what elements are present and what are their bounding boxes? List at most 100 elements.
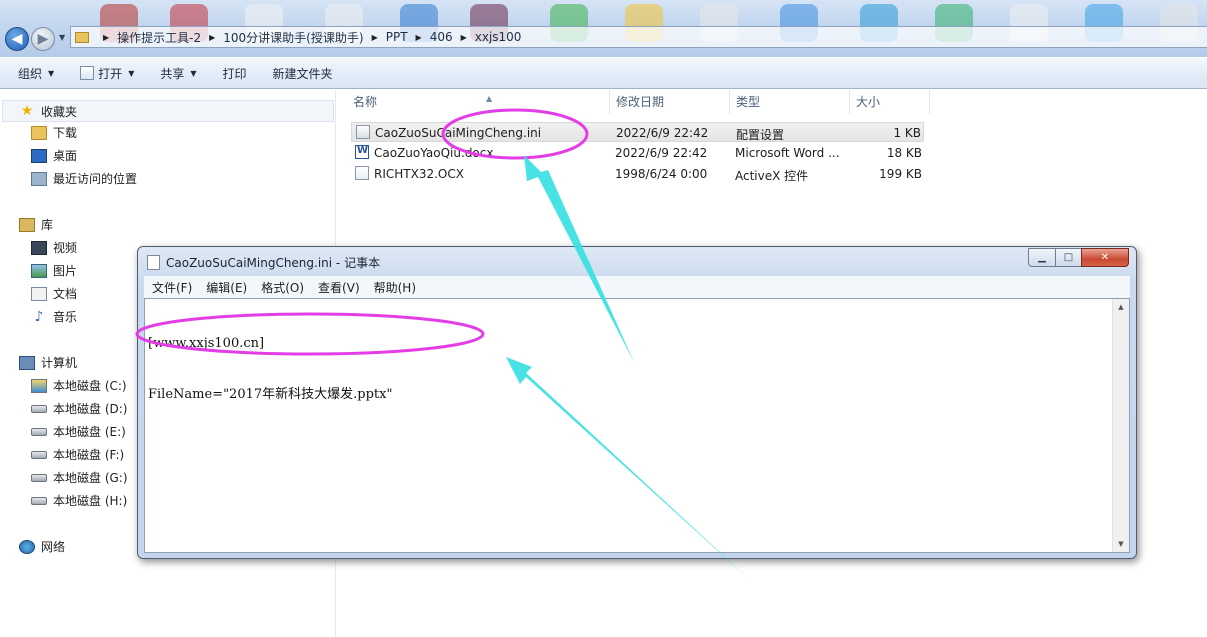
file-modified: 1998/6/24 0:00	[615, 167, 708, 181]
back-button[interactable]: ◀	[5, 27, 29, 51]
sidebar-item-label: 文档	[53, 287, 78, 301]
sidebar-item-libraries[interactable]: 库	[19, 216, 53, 233]
sidebar-item-drive-e[interactable]: 本地磁盘 (E:)	[31, 423, 126, 440]
file-name: RICHTX32.OCX	[374, 167, 464, 181]
desktop-icon	[31, 148, 47, 163]
sidebar-item-music[interactable]: ♪ 音乐	[31, 308, 77, 325]
folder-icon	[75, 31, 89, 43]
sidebar-item-recent[interactable]: 最近访问的位置	[31, 170, 137, 187]
minimize-button[interactable]: ▁	[1028, 248, 1056, 267]
file-row[interactable]: RICHTX32.OCX 1998/6/24 0:00 ActiveX 控件 1…	[351, 164, 924, 184]
notepad-window: CaoZuoSuCaiMingCheng.ini - 记事本 ▁ □ ✕ 文件(…	[137, 246, 1137, 559]
column-header-label: 名称	[353, 95, 378, 109]
menu-edit[interactable]: 编辑(E)	[206, 279, 247, 296]
file-row[interactable]: CaoZuoYaoQiu.docx 2022/6/9 22:42 Microso…	[351, 143, 924, 163]
sidebar-item-drive-f[interactable]: 本地磁盘 (F:)	[31, 446, 124, 463]
breadcrumb-item[interactable]: 406	[430, 30, 453, 44]
text-line: FileName="2017年新科技大爆发.pptx"	[148, 387, 393, 402]
file-row[interactable]: CaoZuoSuCaiMingCheng.ini 2022/6/9 22:42 …	[351, 122, 924, 142]
maximize-button[interactable]: □	[1055, 248, 1082, 267]
scroll-down-icon[interactable]: ▼	[1113, 536, 1129, 552]
breadcrumb-separator[interactable]: ▶	[209, 33, 215, 42]
sidebar-item-pictures[interactable]: 图片	[31, 262, 77, 279]
notepad-text-area[interactable]: [www.xxjs100.cn] FileName="2017年新科技大爆发.p…	[144, 298, 1130, 553]
column-header-label: 修改日期	[616, 95, 665, 109]
column-header-size[interactable]: 大小	[850, 90, 930, 114]
activex-control-icon	[355, 166, 369, 180]
system-drive-icon	[31, 378, 47, 393]
sidebar-item-drive-g[interactable]: 本地磁盘 (G:)	[31, 469, 128, 486]
sidebar-item-computer[interactable]: 计算机	[19, 354, 77, 371]
menu-view[interactable]: 查看(V)	[318, 279, 360, 296]
notepad-titlebar[interactable]: CaoZuoSuCaiMingCheng.ini - 记事本 ▁ □ ✕	[138, 247, 1136, 275]
word-document-icon	[355, 145, 369, 159]
breadcrumb-separator[interactable]: ▶	[416, 33, 422, 42]
sidebar-item-label: 音乐	[53, 310, 78, 324]
recent-places-icon	[31, 171, 47, 186]
file-type: 配置设置	[736, 128, 785, 142]
sidebar-item-desktop[interactable]: 桌面	[31, 147, 77, 164]
share-button[interactable]: 共享 ▼	[160, 65, 196, 82]
sidebar-item-documents[interactable]: 文档	[31, 285, 77, 302]
sidebar-item-favorites[interactable]: ★ 收藏夹	[2, 100, 334, 122]
breadcrumb-separator[interactable]: ▶	[461, 33, 467, 42]
chevron-down-icon: ▼	[48, 68, 55, 78]
text-line: [www.xxjs100.cn]	[148, 336, 265, 351]
breadcrumb-item[interactable]: xxjs100	[475, 30, 522, 44]
open-button[interactable]: 打开 ▼	[80, 65, 134, 82]
sidebar-item-label: 桌面	[53, 149, 78, 163]
hard-drive-icon	[31, 473, 47, 482]
address-box[interactable]: ▶ 操作提示工具-2 ▶ 100分讲课助手(授课助手) ▶ PPT ▶ 406 …	[70, 26, 1207, 48]
new-folder-button[interactable]: 新建文件夹	[273, 65, 333, 82]
chevron-down-icon: ▼	[128, 68, 135, 78]
file-name: CaoZuoSuCaiMingCheng.ini	[375, 126, 542, 140]
downloads-folder-icon	[31, 125, 47, 140]
print-button[interactable]: 打印	[223, 65, 247, 82]
hard-drive-icon	[31, 427, 47, 436]
file-type: Microsoft Word ...	[735, 146, 840, 160]
column-header-modified[interactable]: 修改日期	[610, 90, 730, 114]
sidebar-item-drive-d[interactable]: 本地磁盘 (D:)	[31, 400, 127, 417]
breadcrumb-item[interactable]: PPT	[386, 30, 408, 44]
sidebar-item-videos[interactable]: 视频	[31, 239, 77, 256]
sidebar-item-network[interactable]: 网络	[19, 538, 65, 555]
sidebar-item-label: 视频	[53, 241, 78, 255]
file-modified: 2022/6/9 22:42	[616, 126, 709, 140]
breadcrumb-item[interactable]: 100分讲课助手(授课助手)	[223, 29, 363, 46]
sidebar-item-drive-c[interactable]: 本地磁盘 (C:)	[31, 377, 127, 394]
sidebar-item-label: 本地磁盘 (D:)	[53, 402, 128, 416]
address-bar-area: ◀ ▶ ▼ ▶ 操作提示工具-2 ▶ 100分讲课助手(授课助手) ▶ PPT …	[0, 0, 1207, 57]
vertical-scrollbar[interactable]: ▲ ▼	[1112, 299, 1129, 552]
menu-format[interactable]: 格式(O)	[261, 279, 304, 296]
column-header-name[interactable]: 名称 ▲	[347, 90, 610, 114]
organize-label: 组织	[18, 66, 43, 81]
close-button[interactable]: ✕	[1081, 248, 1129, 267]
breadcrumb-separator[interactable]: ▶	[103, 33, 109, 42]
column-header-type[interactable]: 类型	[730, 90, 850, 114]
scroll-up-icon[interactable]: ▲	[1113, 299, 1129, 315]
share-label: 共享	[160, 66, 185, 81]
recent-pages-dropdown[interactable]: ▼	[59, 33, 65, 42]
music-note-icon: ♪	[34, 308, 44, 325]
breadcrumb-separator[interactable]: ▶	[372, 33, 378, 42]
sidebar-item-label: 本地磁盘 (F:)	[53, 448, 125, 462]
sidebar-item-label: 本地磁盘 (H:)	[53, 494, 128, 508]
sidebar-item-downloads[interactable]: 下载	[31, 124, 77, 141]
forward-button[interactable]: ▶	[31, 27, 55, 51]
sidebar-item-label: 本地磁盘 (C:)	[53, 379, 127, 393]
organize-button[interactable]: 组织 ▼	[18, 65, 54, 82]
breadcrumb-item[interactable]: 操作提示工具-2	[117, 29, 201, 46]
menu-help[interactable]: 帮助(H)	[374, 279, 416, 296]
sidebar-item-label: 最近访问的位置	[53, 172, 138, 186]
sidebar-item-label: 本地磁盘 (G:)	[53, 471, 128, 485]
sidebar-item-label: 本地磁盘 (E:)	[53, 425, 126, 439]
new-folder-label: 新建文件夹	[272, 66, 333, 81]
file-type: ActiveX 控件	[735, 169, 809, 183]
sidebar-item-drive-h[interactable]: 本地磁盘 (H:)	[31, 492, 127, 509]
config-file-icon	[356, 125, 370, 139]
open-label: 打开	[98, 66, 123, 81]
menu-file[interactable]: 文件(F)	[152, 279, 192, 296]
command-toolbar: 组织 ▼ 打开 ▼ 共享 ▼ 打印 新建文件夹	[0, 57, 1207, 89]
print-label: 打印	[222, 66, 247, 81]
network-icon	[19, 539, 35, 554]
